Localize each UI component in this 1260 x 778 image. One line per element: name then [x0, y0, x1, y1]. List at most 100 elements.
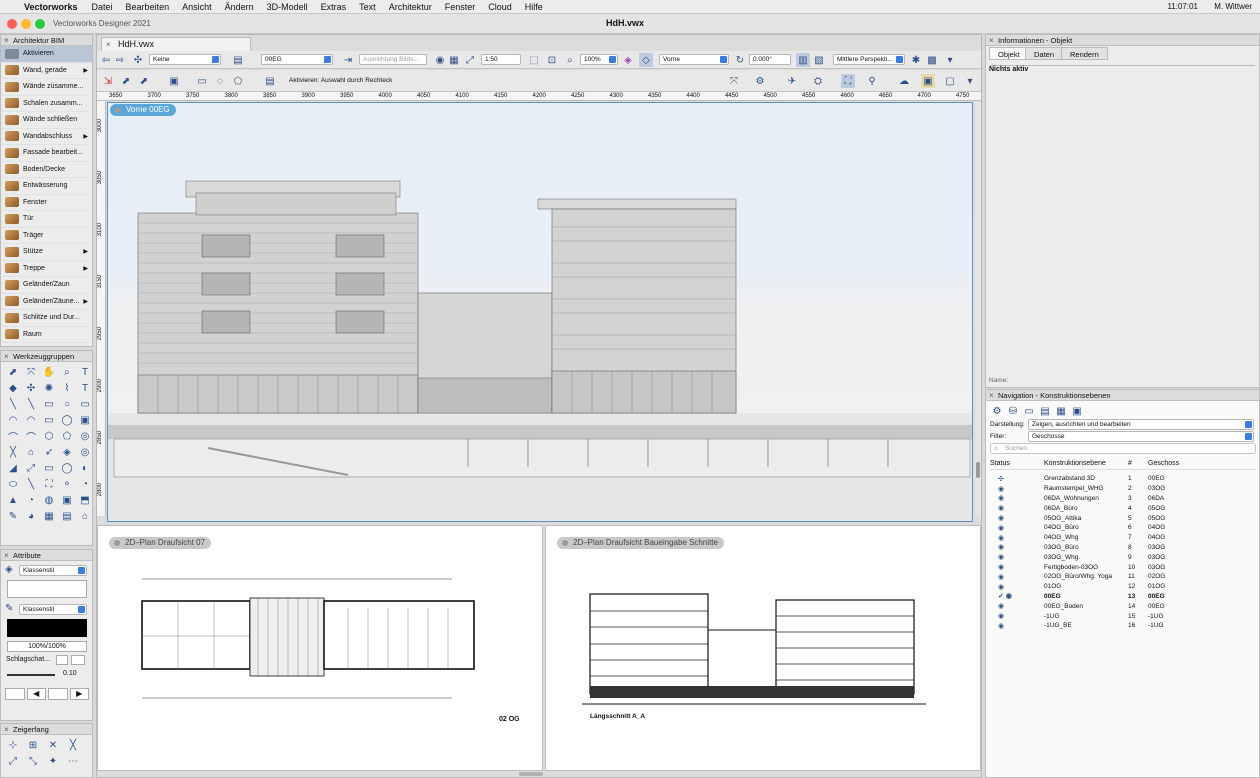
tool-item[interactable]: Wand, gerade ▶ [1, 63, 92, 79]
drawing-tool-icon[interactable]: ◠ [5, 413, 21, 427]
layer-icon[interactable]: ▤ [231, 53, 245, 67]
drawing-tool-icon[interactable]: ⬒ [77, 493, 93, 507]
tool-item[interactable]: Wände zusamme... [1, 79, 92, 96]
drawing-tool-icon[interactable]: ✋ [41, 365, 57, 379]
tool-item[interactable]: Tür [1, 211, 92, 228]
render-mode-icon[interactable]: ◈ [621, 53, 635, 67]
fit-icon[interactable]: ⬚ [527, 53, 541, 67]
fill-style-select[interactable]: Klassenstil [19, 565, 87, 576]
scale-icon[interactable]: ⤢ [463, 53, 477, 67]
pen-preview[interactable] [7, 619, 87, 637]
visibility-icon[interactable]: ◉ [990, 494, 1044, 502]
drawing-tool-icon[interactable]: ▭ [41, 461, 57, 475]
visibility-icon[interactable]: ◉ [990, 622, 1044, 630]
window-icon[interactable]: ▢ [943, 74, 957, 88]
nav-search-input[interactable]: ⌕ Suchen [990, 443, 1256, 454]
rectangle-mode-icon[interactable]: ▭ [195, 74, 209, 88]
layer-row[interactable]: ◉ 06DA_Wohnungen 3 06DA [990, 494, 1256, 504]
info-tab[interactable]: Daten [1025, 47, 1064, 60]
drawing-tool-icon[interactable]: ✣ [23, 381, 39, 395]
drawing-tool-icon[interactable]: ⚬ [59, 477, 75, 491]
layer-row[interactable]: ◉ Fertigboden-03OG 10 03OG [990, 562, 1256, 572]
visibility-icon[interactable]: ◉ [990, 573, 1044, 581]
pen-style-select[interactable]: Klassenstil [19, 604, 87, 615]
viewport-scrollbar[interactable] [975, 102, 981, 517]
align-icon[interactable]: ⇥ [341, 53, 355, 67]
camera-icon[interactable]: ⛶ [841, 74, 855, 88]
tool-item[interactable]: Stütze ▶ [1, 244, 92, 261]
layer-row[interactable]: ◉ 03OG_Büro 8 03OG [990, 543, 1256, 553]
drawing-tool-icon[interactable]: ◐ [77, 461, 93, 475]
zoom-window-button[interactable] [35, 19, 45, 29]
drawing-tool-icon[interactable]: ⌒ [23, 429, 39, 444]
tool-item[interactable]: Treppe ▶ [1, 261, 92, 277]
drawing-tool-icon[interactable]: ◎ [77, 429, 93, 443]
visibility-icon[interactable]: ◉ [990, 514, 1044, 522]
menu-6[interactable]: Text [359, 2, 376, 12]
drawing-tool-icon[interactable]: ◯ [59, 413, 75, 427]
drawing-tool-icon[interactable]: ⬡ [41, 429, 57, 443]
drawing-tool-icon[interactable]: ⌕ [59, 365, 75, 379]
visibility-icon[interactable]: ◉ [990, 543, 1044, 551]
tool-item[interactable]: Schlitze und Dur... [1, 310, 92, 327]
drawing-tool-icon[interactable]: ◢ [5, 461, 21, 475]
menu-9[interactable]: Cloud [488, 2, 512, 12]
drawing-tool-icon[interactable]: ⬠ [59, 429, 75, 443]
flyover-icon[interactable]: ✈ [785, 74, 799, 88]
lighting-icon[interactable]: ✱ [909, 53, 923, 67]
back-icon[interactable]: ⇦ [99, 53, 113, 67]
main-viewport[interactable]: Vorne 00EG [107, 102, 973, 522]
expand-icon[interactable]: ▾ [963, 74, 977, 88]
view-mode-icon[interactable]: ◇ [639, 53, 653, 67]
lamp-icon[interactable]: ⚲ [865, 74, 879, 88]
angle-field[interactable]: 0.000° [749, 54, 791, 65]
document-tab[interactable]: × HdH.vwx [101, 37, 251, 51]
layer-row[interactable]: ◉ 04OG_Whg 7 04OG [990, 533, 1256, 543]
layer-row[interactable]: ◉ 00EG_Boden 14 00EG [990, 601, 1256, 611]
menu-1[interactable]: Bearbeiten [126, 2, 170, 12]
drawing-tool-icon[interactable]: ▤ [59, 509, 75, 523]
single-object-icon[interactable]: ⬈ [119, 74, 133, 88]
layer-row[interactable]: ◉ Raumstempel_WHG 2 03OG [990, 484, 1256, 494]
drawing-tool-icon[interactable]: ⌇ [59, 381, 75, 395]
layer-row[interactable]: ◉ 03OG_Whg. 9 03OG [990, 552, 1256, 562]
tool-item[interactable]: Wandabschluss ▶ [1, 129, 92, 145]
move-icon[interactable]: ✣ [990, 475, 1044, 483]
layer-row[interactable]: ◉ 01OG 12 01OG [990, 582, 1256, 592]
drawing-tool-icon[interactable]: ▦ [41, 509, 57, 523]
drawing-tool-icon[interactable]: ○ [59, 397, 75, 411]
tool-item[interactable]: Geländer/Zaun [1, 277, 92, 294]
visibility-icon[interactable]: ◉ [990, 485, 1044, 493]
menu-5[interactable]: Extras [321, 2, 347, 12]
section-viewport[interactable]: 2D–Plan Draufsicht Baueingabe Schnitte L… [545, 525, 981, 771]
marker-style-button[interactable] [48, 688, 68, 700]
drawing-tool-icon[interactable]: ⤢ [23, 461, 39, 475]
menu-user[interactable]: M. Wittwer [1214, 2, 1252, 11]
visibility-icon[interactable]: ◉ [990, 524, 1044, 532]
align-select[interactable]: Ausrichtung Bilds... [359, 54, 427, 65]
shadow-toggle[interactable] [56, 655, 68, 665]
drawing-tool-icon[interactable]: T [77, 365, 93, 379]
drawing-tool-icon[interactable]: ⬈ [5, 365, 21, 379]
drawing-tool-icon[interactable]: ◕ [23, 509, 39, 523]
visibility-icon[interactable]: ◉ [990, 612, 1044, 620]
zoom-field[interactable]: 100% [580, 54, 618, 65]
visibility-icon[interactable]: ◉ [990, 504, 1044, 512]
sheet-view-icon[interactable]: ▥ [796, 53, 810, 67]
visibility-icon[interactable]: ◉ [990, 583, 1044, 591]
visibility-icon[interactable]: ◉ [433, 53, 447, 67]
layer-row[interactable]: ◉ 05OG_Attika 5 05OG [990, 513, 1256, 523]
projection-select[interactable]: Mittlere Perspekti... [833, 54, 905, 65]
snap-icon[interactable]: ╳ [65, 738, 81, 752]
fill-preview[interactable] [7, 580, 87, 598]
more-options-icon[interactable]: ▾ [943, 53, 957, 67]
tool-item[interactable]: Entwässerung [1, 178, 92, 195]
drawing-tool-icon[interactable]: ⌒ [5, 429, 21, 444]
forward-icon[interactable]: ⇨ [113, 53, 127, 67]
layer-row[interactable]: ◉ 04OG_Büro 6 04OG [990, 523, 1256, 533]
snap-icon[interactable]: ⤢ [5, 754, 21, 768]
line-weight-slider[interactable] [7, 674, 55, 676]
tool-item[interactable]: Wände schließen [1, 112, 92, 129]
main-viewport-label[interactable]: Vorne 00EG [110, 104, 176, 116]
drawing-tool-icon[interactable]: ◈ [59, 445, 75, 459]
